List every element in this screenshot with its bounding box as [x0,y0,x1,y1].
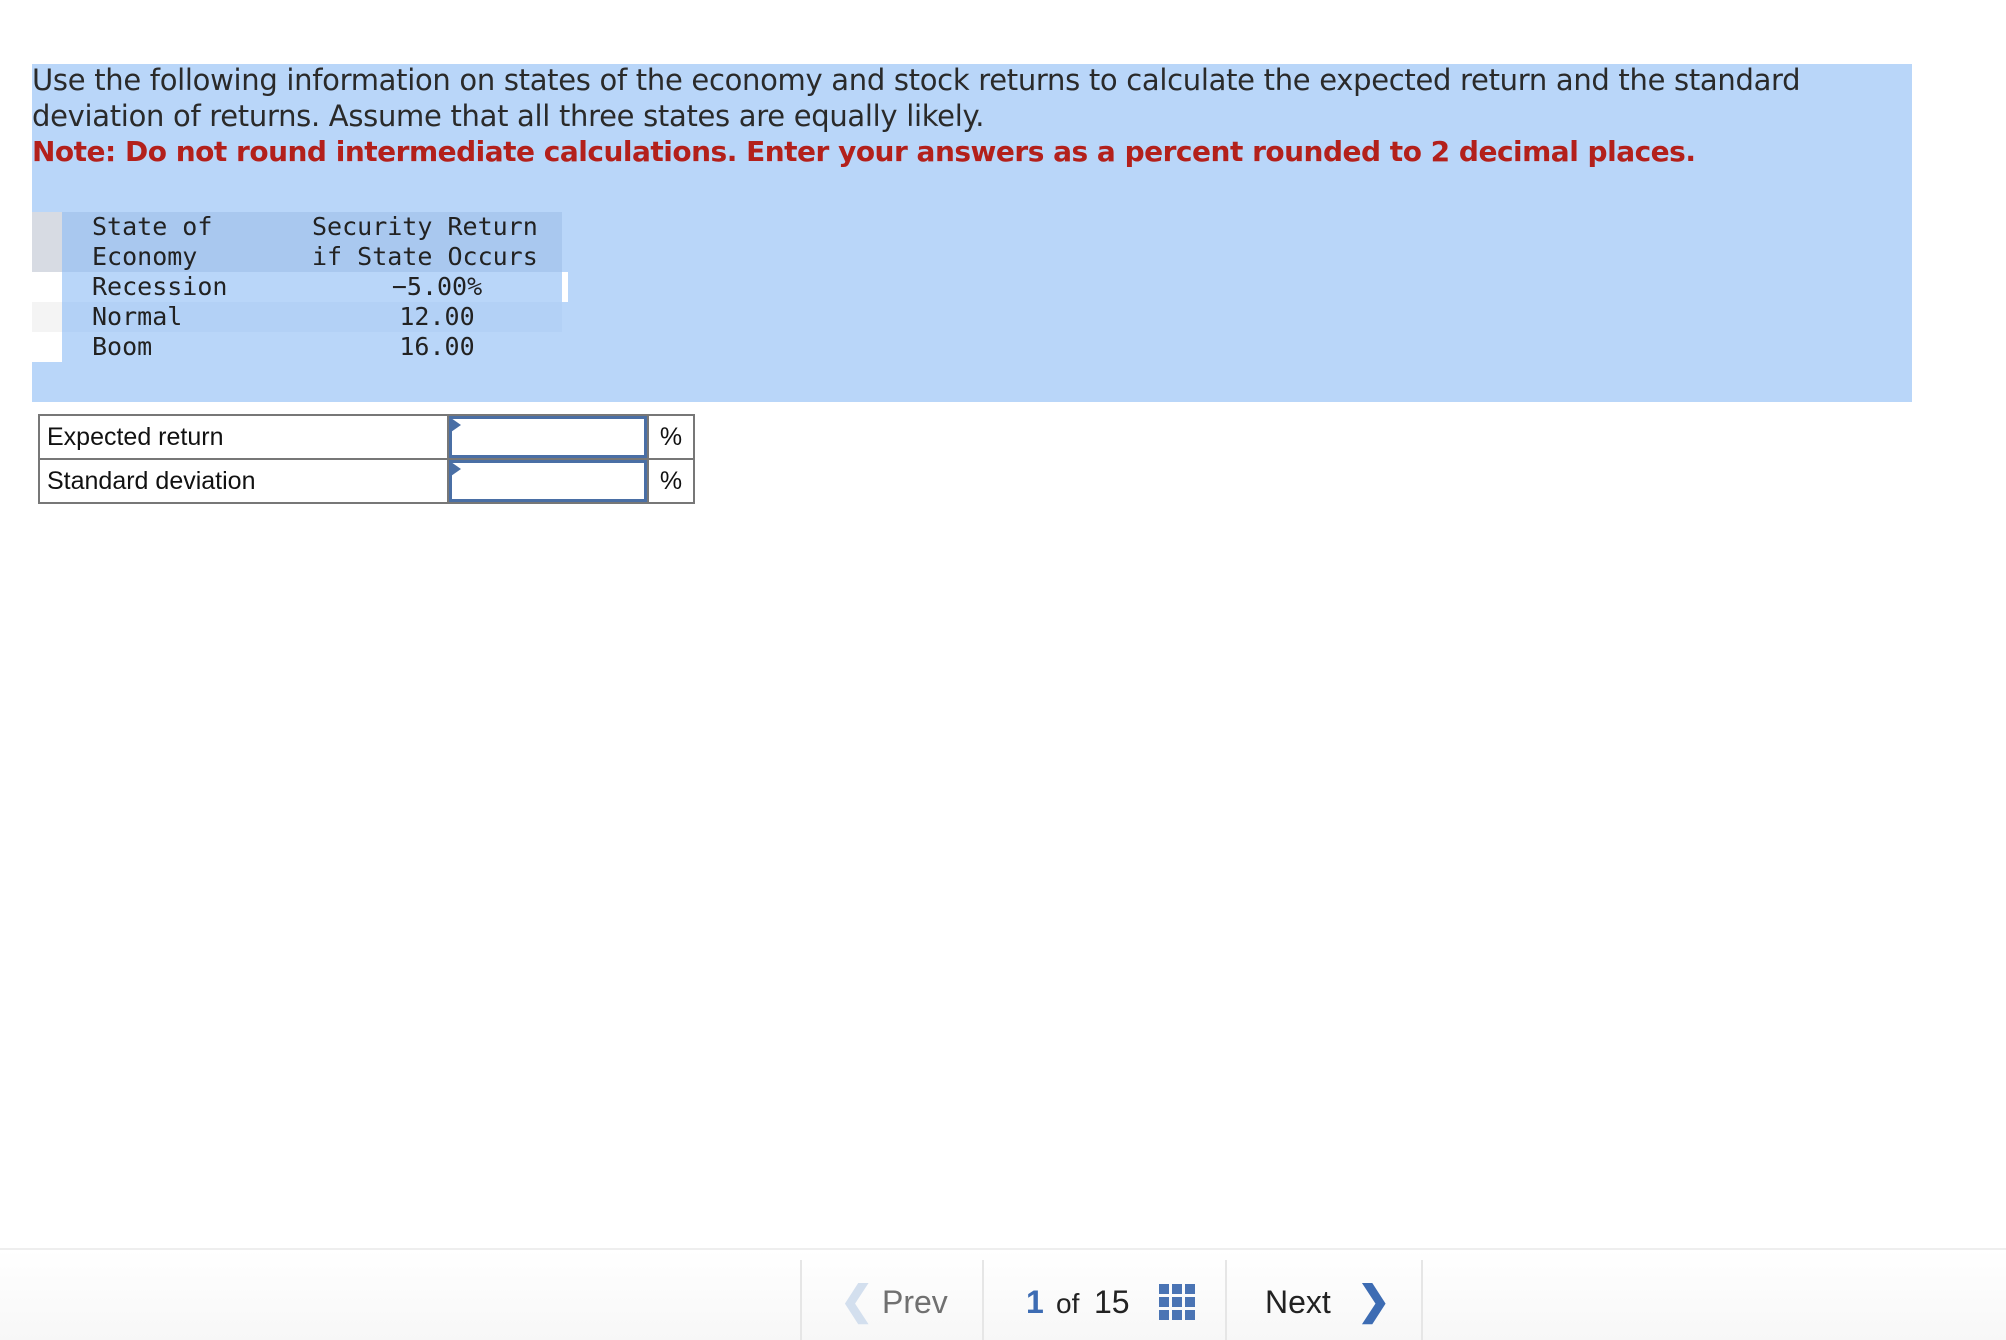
chevron-right-icon: ❯ [1357,1279,1391,1323]
page-indicator: 1 of 15 [982,1260,1227,1340]
answer-table: Expected return % Standard deviation % [38,414,695,504]
chevron-left-icon: ❮ [840,1279,874,1323]
standard-deviation-input[interactable] [449,460,647,502]
header-state: State of Economy [92,212,213,271]
input-flag-icon [451,462,461,476]
expected-return-label: Expected return [38,414,449,460]
total-pages: 15 [1094,1284,1130,1320]
expected-return-input[interactable] [449,416,647,458]
current-page: 1 [1026,1284,1044,1320]
percent-unit: % [647,414,695,460]
question-grid-icon[interactable] [1159,1284,1195,1320]
return-cell: −5.00% [391,272,483,301]
question-prompt: Use the following information on states … [32,63,1801,133]
input-flag-icon [451,418,461,432]
state-cell: Boom [92,332,153,361]
return-cell: 16.00 [399,332,475,361]
prev-button[interactable]: ❮ Prev [800,1260,984,1340]
next-button[interactable]: Next ❯ [1225,1260,1423,1340]
header-return: Security Return if State Occurs [312,212,538,271]
question-note: Note: Do not round intermediate calculat… [32,135,1696,168]
page-of-label: of [1056,1288,1080,1319]
answer-row-expected-return: Expected return % [38,414,695,460]
next-label: Next [1265,1284,1331,1320]
answer-row-standard-deviation: Standard deviation % [38,458,695,504]
state-cell: Recession [92,272,228,301]
prev-label: Prev [882,1284,948,1320]
state-cell: Normal [92,302,183,331]
question-navigation-footer: ❮ Prev 1 of 15 Next ❯ [0,1248,2006,1340]
standard-deviation-label: Standard deviation [38,458,449,504]
percent-unit: % [647,458,695,504]
return-cell: 12.00 [399,302,475,331]
